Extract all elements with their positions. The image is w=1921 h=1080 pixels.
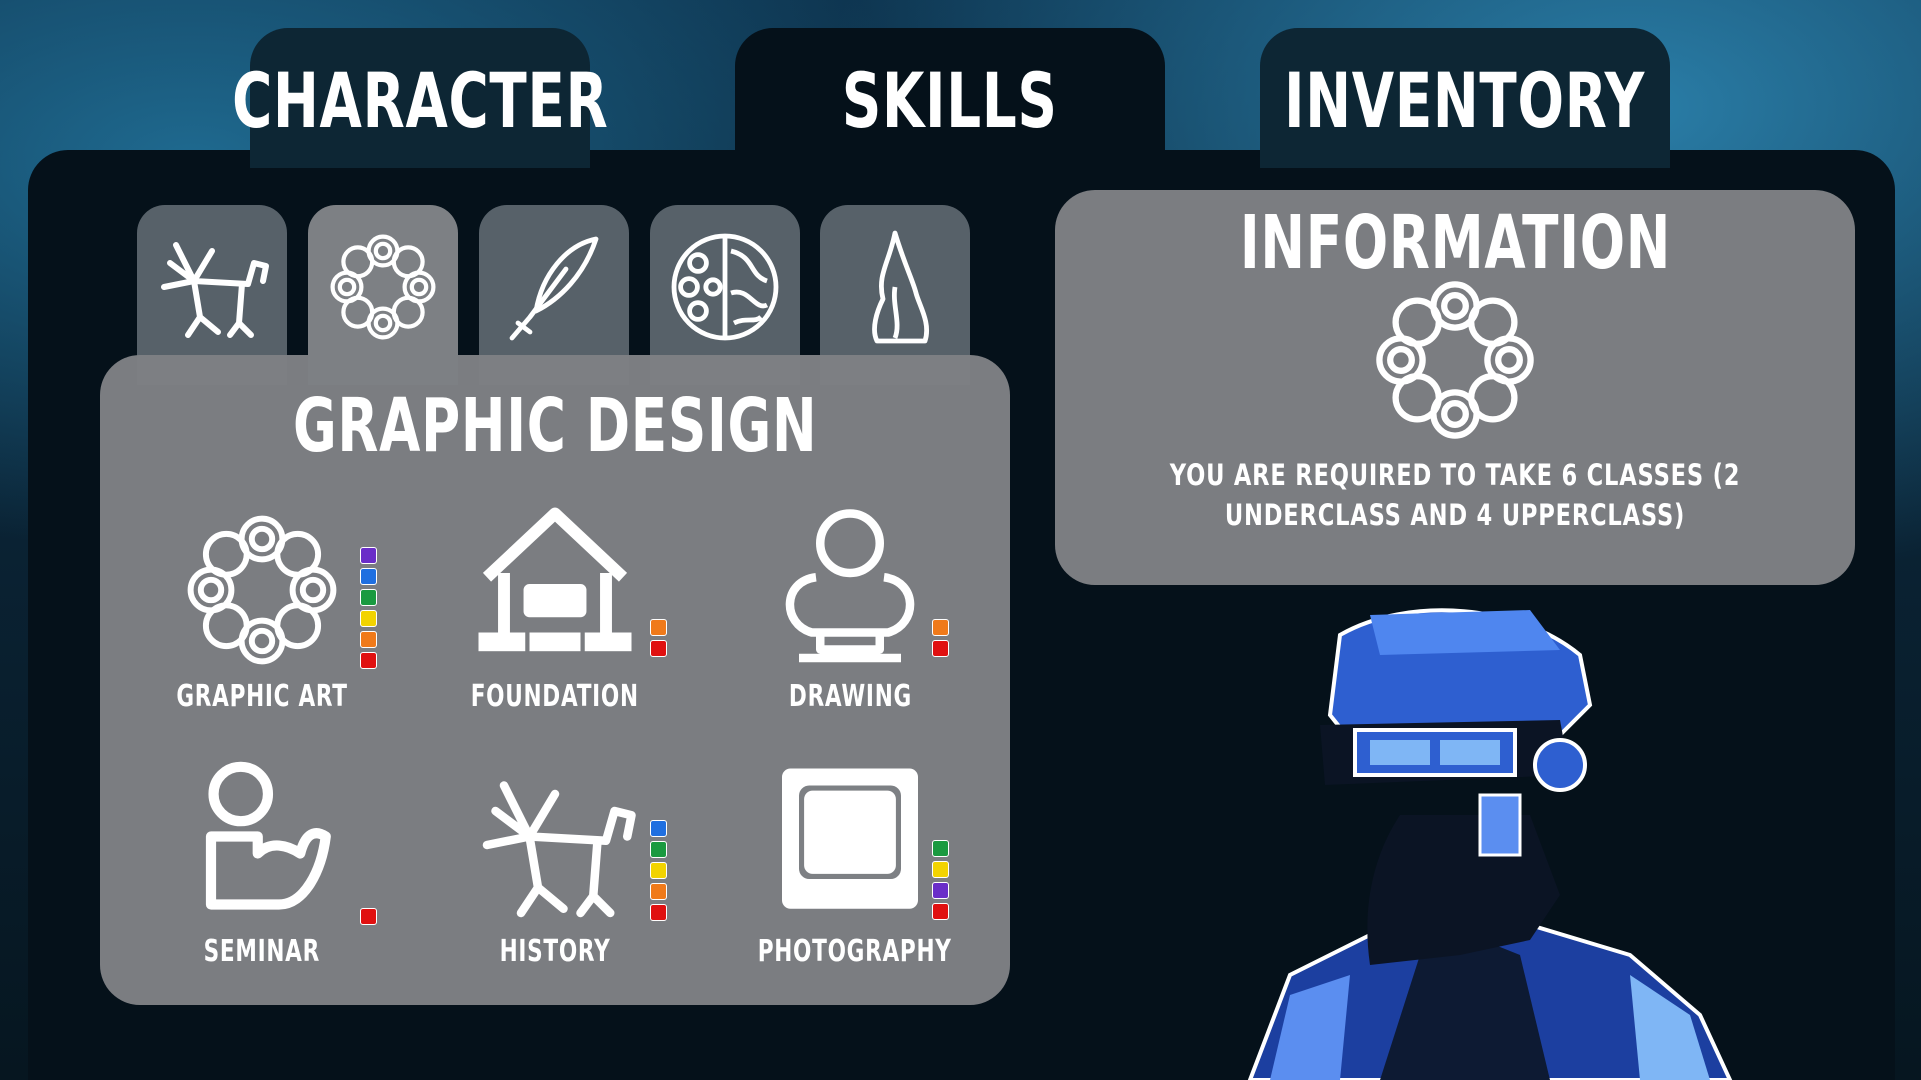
tab-inventory[interactable]: INVENTORY (1260, 28, 1670, 168)
screen-icon (782, 768, 918, 909)
info-description: YOU ARE REQUIRED TO TAKE 6 CLASSES (2 UN… (1169, 458, 1741, 532)
skill-level-badge (932, 619, 949, 636)
skill-seminar[interactable]: SEMINAR (132, 760, 392, 980)
deer-icon (470, 760, 640, 930)
skill-level-badge (932, 861, 949, 878)
tab-inventory-label: INVENTORY (1284, 56, 1646, 145)
skill-level-badge (360, 589, 377, 606)
skill-label: HISTORY (499, 934, 611, 969)
skill-label: PHOTOGRAPHY (757, 934, 952, 969)
skill-drawing[interactable]: DRAWING (720, 505, 980, 725)
skill-level-badge (650, 841, 667, 858)
skill-level-badge (360, 631, 377, 648)
flame-icon (835, 227, 955, 347)
tab-skills-label: SKILLS (842, 56, 1058, 145)
skill-graphic-art[interactable]: GRAPHIC ART (132, 505, 392, 725)
skill-badges (650, 820, 667, 921)
skill-level-badge (650, 862, 667, 879)
skill-foundation[interactable]: FOUNDATION (425, 505, 685, 725)
skill-level-badge (650, 904, 667, 921)
skill-level-badge (360, 610, 377, 627)
skill-level-badge (360, 908, 377, 925)
deer-icon (152, 227, 272, 347)
tab-character-label: CHARACTER (231, 56, 609, 145)
skill-level-badge (932, 840, 949, 857)
skill-tree-panel: GRAPHIC DESIGN GRAPHIC ART FOUNDATION DR… (100, 355, 1010, 1005)
skill-label: SEMINAR (203, 934, 321, 969)
person-icon (177, 760, 347, 930)
skill-photography[interactable]: PHOTOGRAPHY (720, 760, 980, 980)
skill-label: FOUNDATION (470, 679, 640, 714)
skill-level-badge (932, 882, 949, 899)
panel-title-text: GRAPHIC DESIGN (292, 383, 818, 469)
house-icon (470, 505, 640, 675)
skill-history[interactable]: HISTORY (425, 760, 685, 980)
tab-character[interactable]: CHARACTER (232, 28, 607, 168)
skill-label: DRAWING (788, 679, 912, 714)
brain-icon (665, 227, 785, 347)
ring-icon (1365, 270, 1545, 450)
skill-badges (650, 619, 667, 657)
skill-level-badge (932, 640, 949, 657)
bust-icon (765, 505, 935, 675)
information-panel: INFORMATION YOU ARE REQUIRED TO TAKE 6 C… (1055, 190, 1855, 585)
skill-badges (932, 840, 949, 920)
skill-label: GRAPHIC ART (176, 679, 348, 714)
skill-level-badge (650, 883, 667, 900)
skill-level-badge (650, 619, 667, 636)
skill-level-badge (650, 820, 667, 837)
skill-level-badge (932, 903, 949, 920)
skill-level-badge (650, 640, 667, 657)
character-portrait (1247, 608, 1733, 1080)
quill-icon (494, 227, 614, 347)
ring-icon (177, 505, 347, 675)
panel-title: GRAPHIC DESIGN (100, 383, 1010, 469)
skill-badges (360, 547, 377, 669)
ring-icon (323, 227, 443, 347)
skill-level-badge (360, 547, 377, 564)
skill-level-badge (360, 652, 377, 669)
skill-level-badge (360, 568, 377, 585)
skill-badges (932, 619, 949, 657)
skill-badges (360, 908, 377, 925)
tab-skills[interactable]: SKILLS (735, 28, 1165, 168)
